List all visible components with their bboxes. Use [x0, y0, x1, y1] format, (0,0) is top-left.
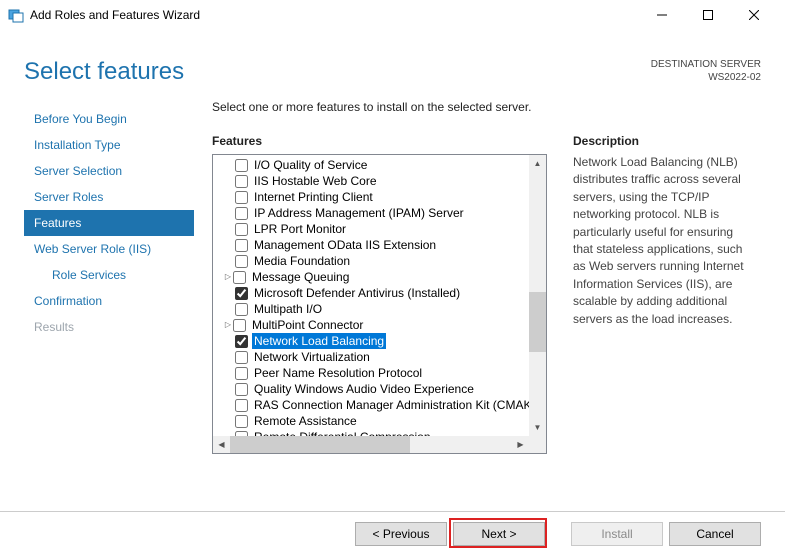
wizard-header: Select features DESTINATION SERVER WS202… — [0, 30, 785, 100]
scroll-left-arrow-icon[interactable]: ◀ — [213, 436, 230, 453]
step-web-server-role-iis[interactable]: Web Server Role (IIS) — [24, 236, 194, 262]
checkbox[interactable] — [235, 255, 248, 268]
checkbox[interactable] — [235, 415, 248, 428]
scroll-up-arrow-icon[interactable]: ▲ — [529, 155, 546, 172]
checkbox[interactable] — [235, 175, 248, 188]
install-button: Install — [571, 522, 663, 546]
expand-icon[interactable]: ▷ — [223, 269, 233, 285]
checkbox[interactable] — [235, 383, 248, 396]
wizard-icon — [8, 7, 24, 23]
feature-item-nlb[interactable]: Network Load Balancing — [213, 333, 546, 349]
feature-item-defender[interactable]: Microsoft Defender Antivirus (Installed) — [213, 285, 546, 301]
step-server-roles[interactable]: Server Roles — [24, 184, 194, 210]
feature-item-media-foundation[interactable]: Media Foundation — [213, 253, 546, 269]
page-title: Select features — [24, 58, 184, 86]
feature-item-mgmt-odata[interactable]: Management OData IIS Extension — [213, 237, 546, 253]
scroll-thumb[interactable] — [529, 292, 546, 352]
scroll-down-arrow-icon[interactable]: ▼ — [529, 419, 546, 436]
feature-description: Network Load Balancing (NLB) distributes… — [573, 154, 753, 328]
feature-item-qwave[interactable]: Quality Windows Audio Video Experience — [213, 381, 546, 397]
checkbox[interactable] — [235, 303, 248, 316]
feature-item-iis-hostable[interactable]: IIS Hostable Web Core — [213, 173, 546, 189]
wizard-footer: < Previous Next > Install Cancel — [0, 511, 785, 560]
feature-item-internet-printing[interactable]: Internet Printing Client — [213, 189, 546, 205]
step-confirmation[interactable]: Confirmation — [24, 288, 194, 314]
feature-item-rdc[interactable]: Remote Differential Compression — [213, 429, 546, 436]
next-button[interactable]: Next > — [453, 522, 545, 546]
step-server-selection[interactable]: Server Selection — [24, 158, 194, 184]
step-before-you-begin[interactable]: Before You Begin — [24, 106, 194, 132]
feature-item-io-quality[interactable]: I/O Quality of Service — [213, 157, 546, 173]
feature-item-remote-assistance[interactable]: Remote Assistance — [213, 413, 546, 429]
expand-icon[interactable]: ▷ — [223, 317, 233, 333]
destination-label: DESTINATION SERVER — [651, 58, 761, 71]
titlebar: Add Roles and Features Wizard — [0, 0, 785, 30]
step-installation-type[interactable]: Installation Type — [24, 132, 194, 158]
feature-item-network-virtualization[interactable]: Network Virtualization — [213, 349, 546, 365]
checkbox[interactable] — [235, 399, 248, 412]
instruction-text: Select one or more features to install o… — [212, 100, 777, 114]
scroll-thumb[interactable] — [230, 436, 410, 453]
previous-button[interactable]: < Previous — [355, 522, 447, 546]
destination-server: WS2022-02 — [651, 71, 761, 84]
checkbox[interactable] — [235, 351, 248, 364]
feature-item-multipath[interactable]: Multipath I/O — [213, 301, 546, 317]
horizontal-scrollbar[interactable]: ◀ ▶ — [213, 436, 546, 453]
features-section-label: Features — [212, 134, 547, 148]
scroll-right-arrow-icon[interactable]: ▶ — [512, 436, 529, 453]
checkbox[interactable] — [235, 207, 248, 220]
checkbox[interactable] — [235, 367, 248, 380]
wizard-sidebar: Before You Begin Installation Type Serve… — [24, 100, 194, 490]
feature-item-ras-cmak[interactable]: RAS Connection Manager Administration Ki… — [213, 397, 546, 413]
vertical-scrollbar[interactable]: ▲ ▼ — [529, 155, 546, 436]
step-role-services[interactable]: Role Services — [24, 262, 194, 288]
checkbox[interactable] — [235, 191, 248, 204]
checkbox[interactable] — [233, 319, 246, 332]
window-title: Add Roles and Features Wizard — [30, 8, 639, 22]
feature-item-message-queuing[interactable]: ▷Message Queuing — [213, 269, 546, 285]
checkbox[interactable] — [235, 223, 248, 236]
feature-item-pnrp[interactable]: Peer Name Resolution Protocol — [213, 365, 546, 381]
maximize-button[interactable] — [685, 0, 731, 30]
checkbox[interactable] — [235, 335, 248, 348]
feature-item-lpr[interactable]: LPR Port Monitor — [213, 221, 546, 237]
step-features[interactable]: Features — [24, 210, 194, 236]
feature-item-ipam[interactable]: IP Address Management (IPAM) Server — [213, 205, 546, 221]
close-button[interactable] — [731, 0, 777, 30]
checkbox[interactable] — [235, 287, 248, 300]
checkbox[interactable] — [233, 271, 246, 284]
checkbox[interactable] — [235, 239, 248, 252]
scroll-corner — [529, 436, 546, 453]
feature-item-multipoint[interactable]: ▷MultiPoint Connector — [213, 317, 546, 333]
cancel-button[interactable]: Cancel — [669, 522, 761, 546]
description-section-label: Description — [573, 134, 753, 148]
features-tree: I/O Quality of Service IIS Hostable Web … — [212, 154, 547, 454]
checkbox[interactable] — [235, 159, 248, 172]
step-results: Results — [24, 314, 194, 340]
minimize-button[interactable] — [639, 0, 685, 30]
